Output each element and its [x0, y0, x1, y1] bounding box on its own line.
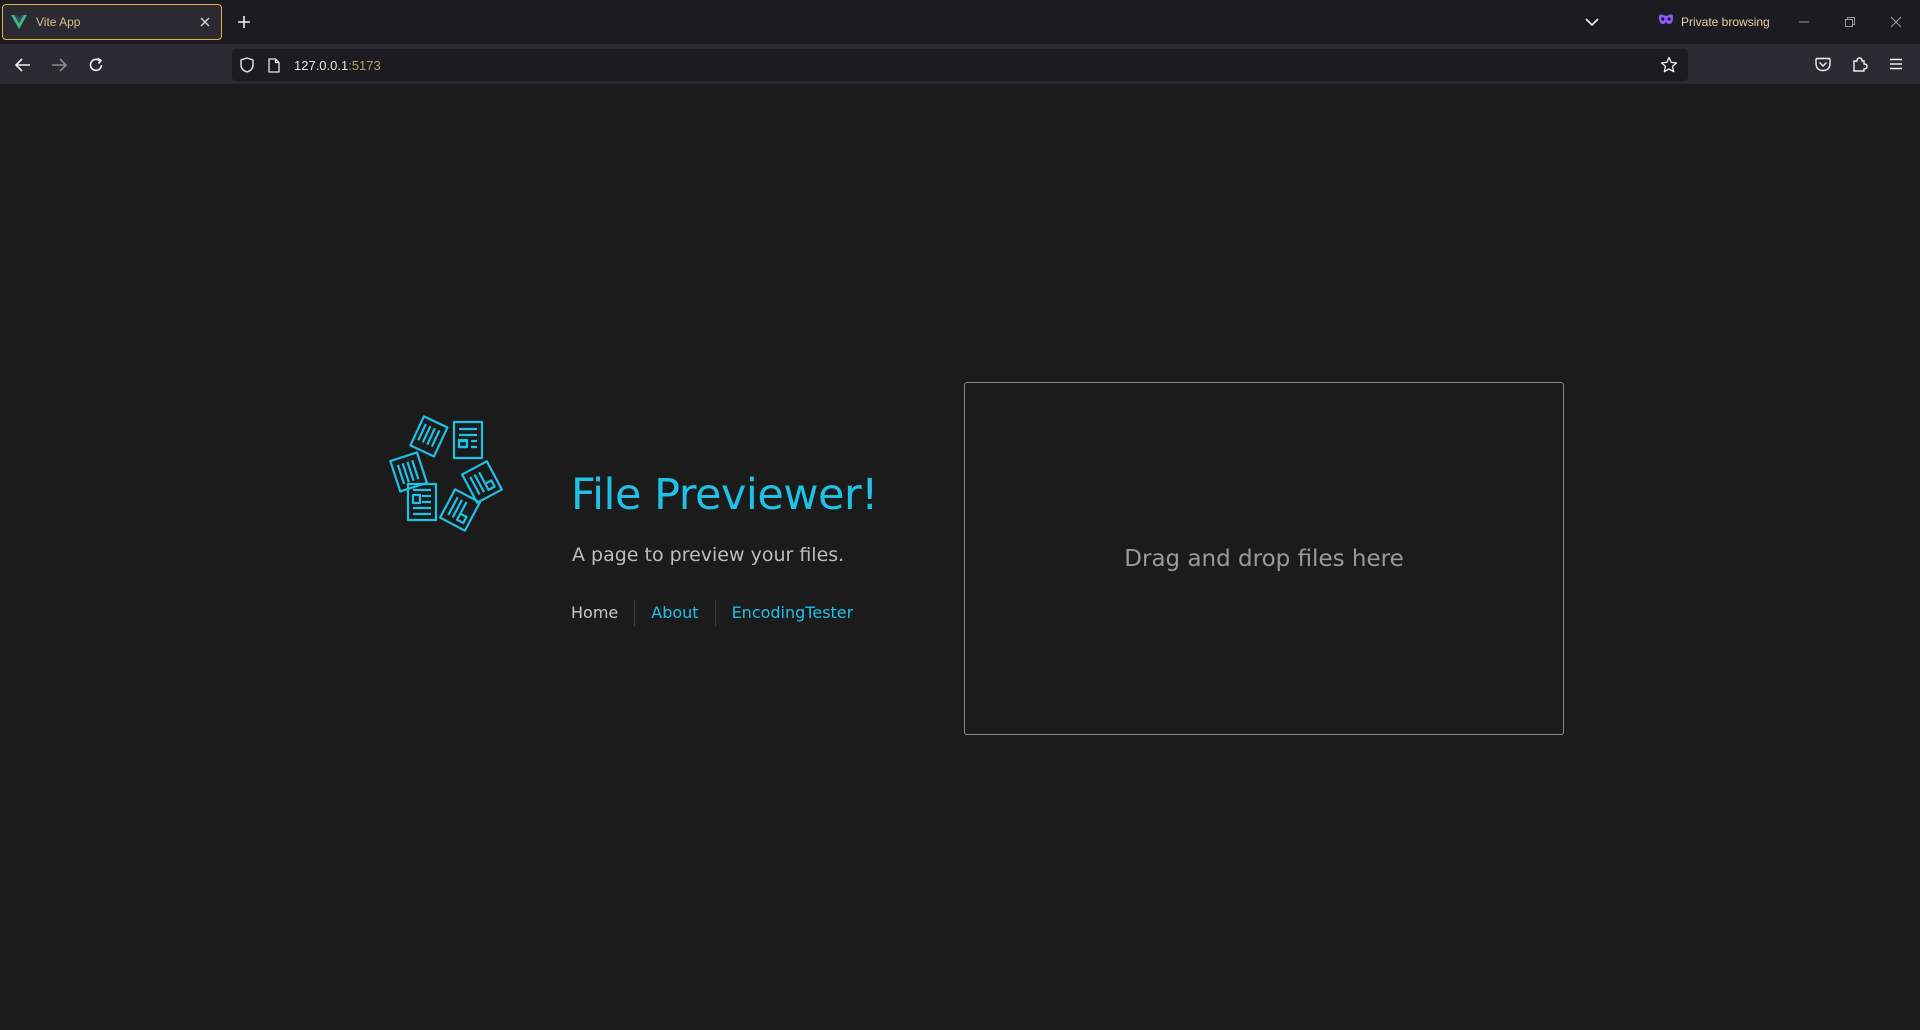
shield-icon[interactable]: [240, 57, 256, 73]
url-bar[interactable]: 127.0.0.1:5173: [232, 49, 1688, 81]
restore-icon[interactable]: [1838, 10, 1862, 34]
star-icon[interactable]: [1660, 56, 1678, 74]
page-icon[interactable]: [268, 57, 284, 73]
minimize-icon[interactable]: [1792, 10, 1816, 34]
nav-link-home[interactable]: Home: [571, 600, 634, 626]
main-nav: Home About EncodingTester: [571, 600, 869, 626]
nav-link-encodingtester[interactable]: EncodingTester: [714, 600, 870, 626]
dropzone-text: Drag and drop files here: [1124, 545, 1404, 572]
chevron-down-icon[interactable]: [1582, 12, 1602, 32]
private-mask-icon: [1658, 13, 1674, 31]
nav-link-about[interactable]: About: [634, 600, 714, 626]
browser-tab[interactable]: Vite App: [2, 4, 222, 40]
plus-icon[interactable]: [234, 12, 254, 32]
page-content: [0, 84, 1920, 1030]
vue-favicon-icon: [11, 14, 27, 30]
forward-arrow-icon[interactable]: [48, 54, 70, 76]
tab-strip: Vite App Private browsing: [0, 0, 1920, 44]
hamburger-menu-icon[interactable]: [1886, 54, 1906, 74]
page-subtitle: A page to preview your files.: [572, 544, 845, 566]
url-text[interactable]: 127.0.0.1:5173: [294, 58, 381, 73]
url-port: :5173: [348, 57, 381, 73]
private-browsing-indicator: Private browsing: [1658, 12, 1770, 32]
file-dropzone[interactable]: Drag and drop files here: [964, 382, 1564, 735]
files-logo-icon: [384, 414, 508, 538]
private-browsing-label: Private browsing: [1681, 15, 1770, 29]
close-tab-icon[interactable]: [197, 14, 213, 30]
extensions-icon[interactable]: [1850, 54, 1870, 74]
url-host: 127.0.0.1: [294, 57, 349, 73]
page-title: File Previewer!: [571, 470, 878, 520]
close-window-icon[interactable]: [1884, 10, 1908, 34]
reload-icon[interactable]: [85, 54, 107, 76]
pocket-icon[interactable]: [1813, 54, 1833, 74]
back-arrow-icon[interactable]: [12, 54, 34, 76]
tab-title: Vite App: [36, 15, 81, 29]
